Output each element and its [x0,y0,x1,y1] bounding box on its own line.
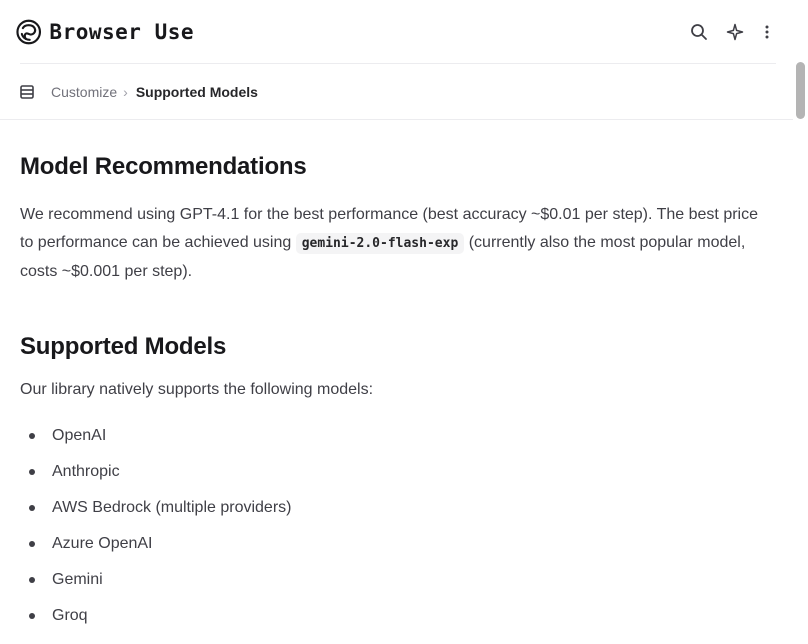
inline-code: gemini-2.0-flash-exp [295,233,465,254]
breadcrumb-separator: › [123,84,128,100]
section-heading-supported-models[interactable]: Supported Models [20,333,226,361]
intro-paragraph: Our library natively supports the follow… [20,381,374,398]
recommendation-paragraph: We recommend using GPT-4.1 for the best … [20,201,770,286]
list-item: Azure OpenAI [20,533,291,569]
sparkle-icon [726,23,744,41]
list-item: Gemini [20,569,291,605]
scrollbar-thumb[interactable] [796,62,805,119]
logo-text: Browser Use [49,20,194,44]
more-options-button[interactable] [757,17,777,47]
scrollbar-track[interactable] [793,0,808,644]
browser-use-logo-icon [16,19,42,45]
list-item: Anthropic [20,461,291,497]
section-heading-model-recommendations[interactable]: Model Recommendations [20,153,307,181]
search-icon [691,24,707,40]
models-list: OpenAI Anthropic AWS Bedrock (multiple p… [20,425,291,641]
ai-assistant-button[interactable] [721,17,749,47]
breadcrumb-bar: Customize › Supported Models [0,64,793,120]
breadcrumb: Customize › Supported Models [51,81,258,103]
more-vertical-icon [765,25,769,39]
list-item: OpenAI [20,425,291,461]
breadcrumb-parent-link[interactable]: Customize [51,84,117,100]
sidebar-menu-button[interactable] [19,84,35,100]
logo-link[interactable]: Browser Use [16,18,194,46]
breadcrumb-current: Supported Models [135,84,258,100]
top-header: Browser Use [0,0,793,64]
search-button[interactable] [684,17,714,47]
list-item: AWS Bedrock (multiple providers) [20,497,291,533]
menu-icon [20,85,34,99]
list-item: Groq [20,605,291,641]
